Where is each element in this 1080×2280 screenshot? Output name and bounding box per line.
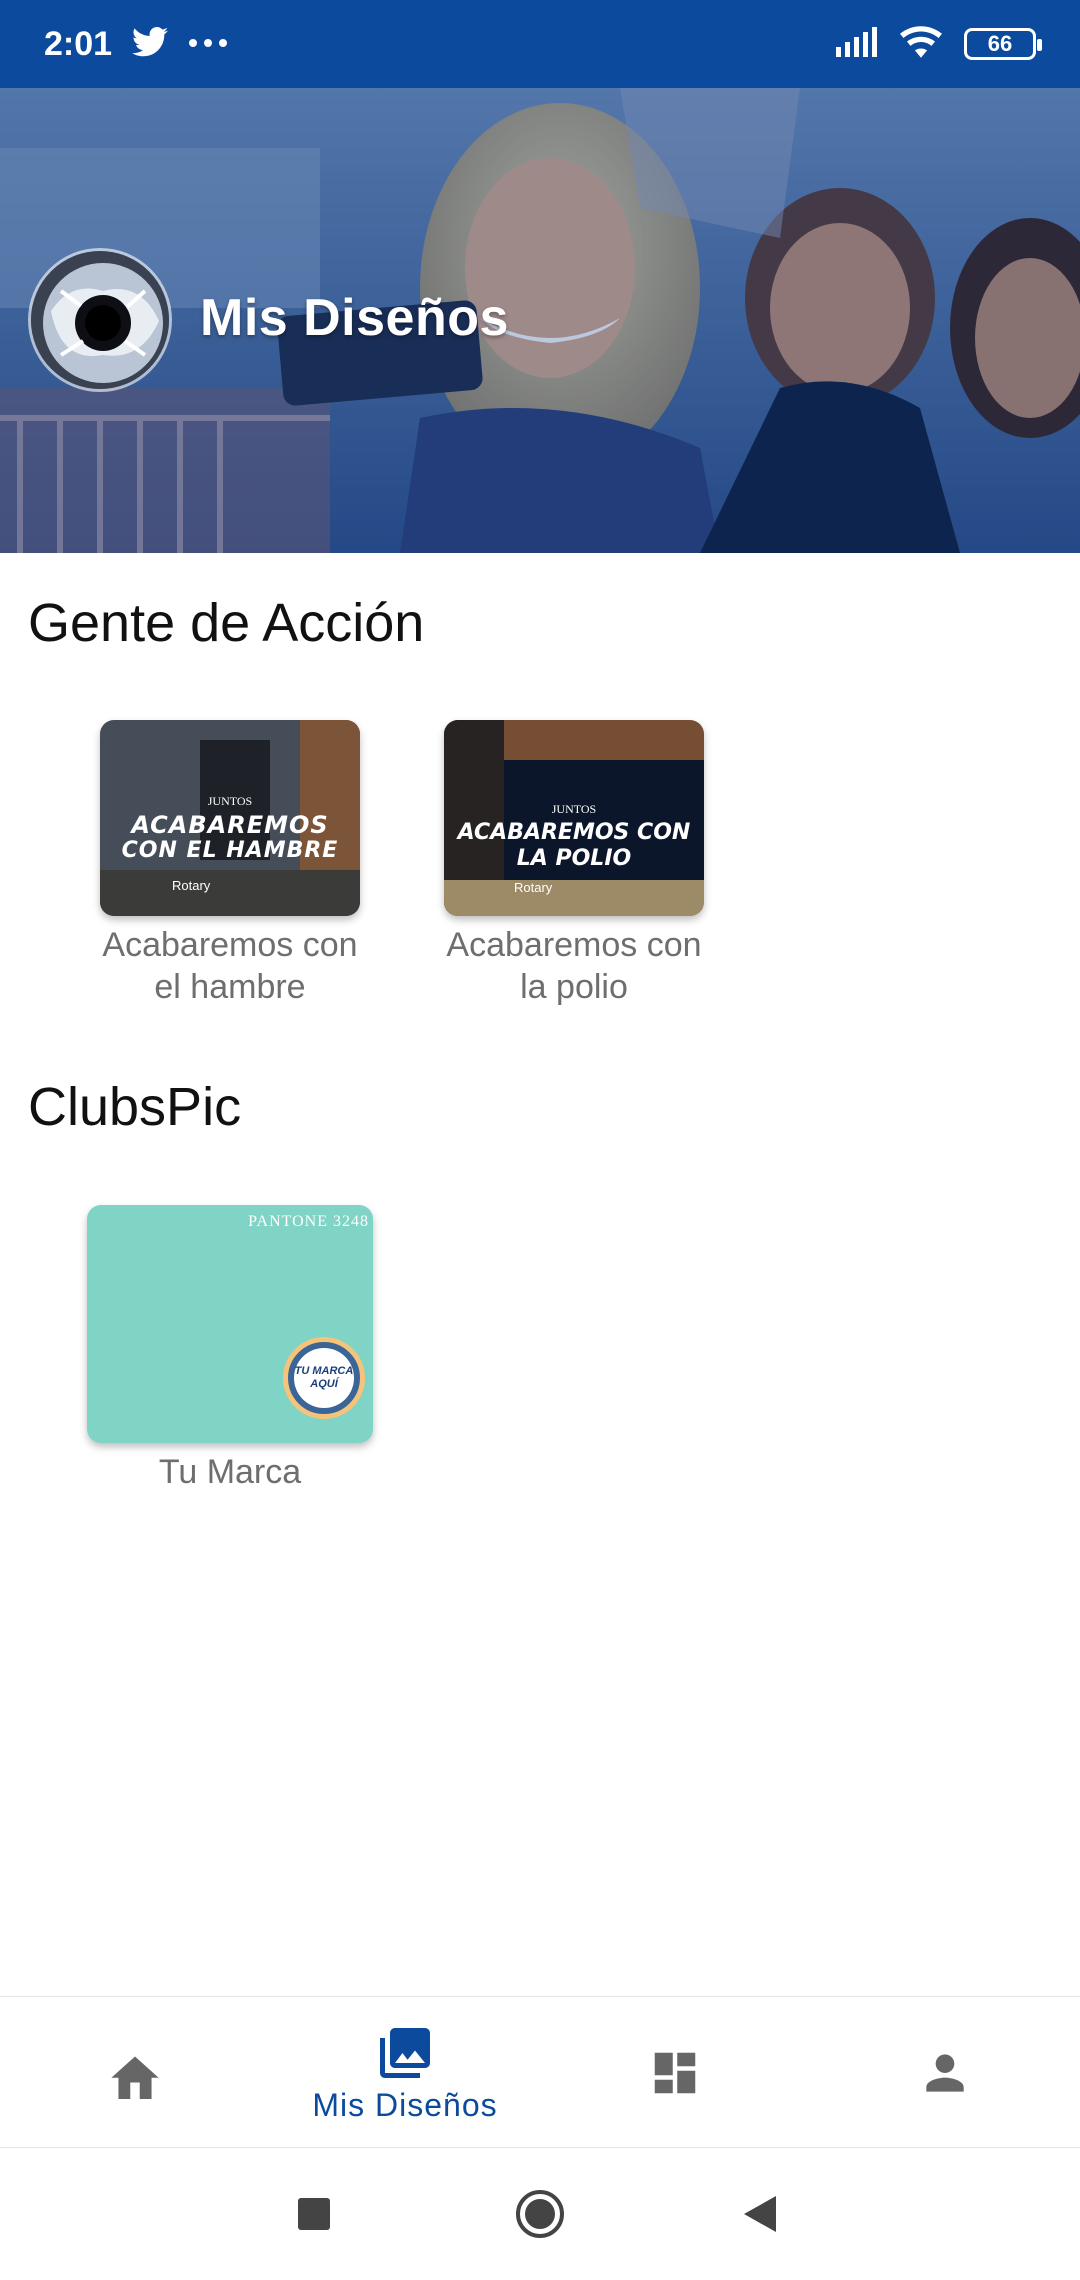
badge-text-line2: AQUÍ xyxy=(310,1378,338,1390)
design-card-label-line2: el hambre xyxy=(154,968,306,1006)
twitter-icon xyxy=(132,26,169,62)
design-thumbnail[interactable]: JUNTOS ACABAREMOS CON EL HAMBRE Rotary xyxy=(100,720,360,916)
design-card[interactable]: JUNTOS ACABAREMOS CON LA POLIO Rotary Ac… xyxy=(424,720,724,1008)
thumb-small-text: JUNTOS xyxy=(207,794,253,808)
thumb-corner-text: PANTONE 3248 xyxy=(248,1213,369,1230)
thumb-headline: ACABAREMOS CON LA POLIO xyxy=(444,820,704,872)
bottom-navigation: Mis Diseños xyxy=(0,1996,1080,2148)
thumb-headline-line1: ACABAREMOS CON xyxy=(457,820,691,845)
dashboard-icon xyxy=(654,2052,696,2094)
header-banner: Mis Diseños xyxy=(0,88,1080,553)
thumb-headline-line1: ACABAREMOS xyxy=(131,811,329,839)
battery-icon: 66 xyxy=(964,28,1042,60)
nav-home[interactable] xyxy=(0,1997,270,2149)
design-card-label: Acabaremos con la polio xyxy=(424,924,724,1008)
section-title-clubspic: ClubsPic xyxy=(28,1077,242,1137)
design-card-label: Tu Marca xyxy=(80,1451,380,1493)
design-card-label-line1: Tu Marca xyxy=(158,1453,302,1491)
nav-mis-disenos[interactable]: Mis Diseños xyxy=(270,1997,540,2149)
person-icon xyxy=(926,2054,964,2092)
design-card-label: Acabaremos con el hambre xyxy=(80,924,380,1008)
recents-square-icon[interactable] xyxy=(296,2196,332,2232)
thumb-footer-text: Rotary xyxy=(172,878,211,893)
status-bar: 2:01 66 xyxy=(0,0,1080,88)
design-card[interactable]: JUNTOS ACABAREMOS CON EL HAMBRE Rotary A… xyxy=(80,720,380,1008)
design-card-label-line1: Acabaremos con xyxy=(102,926,358,964)
photo-library-icon xyxy=(380,2027,430,2078)
nav-label: Mis Diseños xyxy=(312,2086,498,2123)
home-icon xyxy=(111,2056,159,2099)
system-navigation-bar xyxy=(0,2148,1080,2280)
thumb-small-text: JUNTOS xyxy=(551,802,597,816)
avatar[interactable] xyxy=(28,248,172,392)
design-card[interactable]: PANTONE 3248 TU MARCA AQUÍ Tu Marca xyxy=(80,1205,380,1493)
wifi-icon xyxy=(900,25,942,63)
battery-level: 66 xyxy=(987,31,1013,56)
nav-profile[interactable] xyxy=(810,1997,1080,2149)
design-card-label-line1: Acabaremos con xyxy=(446,926,702,964)
thumb-headline-line2: LA POLIO xyxy=(516,846,632,871)
status-time: 2:01 xyxy=(44,24,113,63)
thumb-footer-text: Rotary xyxy=(514,880,553,895)
home-circle-icon[interactable] xyxy=(514,2188,566,2240)
design-thumbnail[interactable]: PANTONE 3248 TU MARCA AQUÍ xyxy=(87,1205,373,1443)
more-dots-icon xyxy=(188,35,228,53)
design-thumbnail[interactable]: JUNTOS ACABAREMOS CON LA POLIO Rotary xyxy=(444,720,704,916)
back-triangle-icon[interactable] xyxy=(742,2194,778,2234)
badge-text-line1: TU MARCA xyxy=(294,1365,354,1377)
thumb-headline: ACABAREMOS CON EL HAMBRE xyxy=(100,812,360,864)
page-title: Mis Diseños xyxy=(200,289,509,347)
design-card-label-line2: la polio xyxy=(520,968,628,1006)
thumb-headline-line2: CON EL HAMBRE xyxy=(121,838,339,863)
signal-icon xyxy=(836,26,878,62)
section-title-gente-de-accion: Gente de Acción xyxy=(28,593,425,653)
nav-dashboard[interactable] xyxy=(540,1997,810,2149)
brand-badge: TU MARCA AQUÍ xyxy=(283,1337,365,1419)
